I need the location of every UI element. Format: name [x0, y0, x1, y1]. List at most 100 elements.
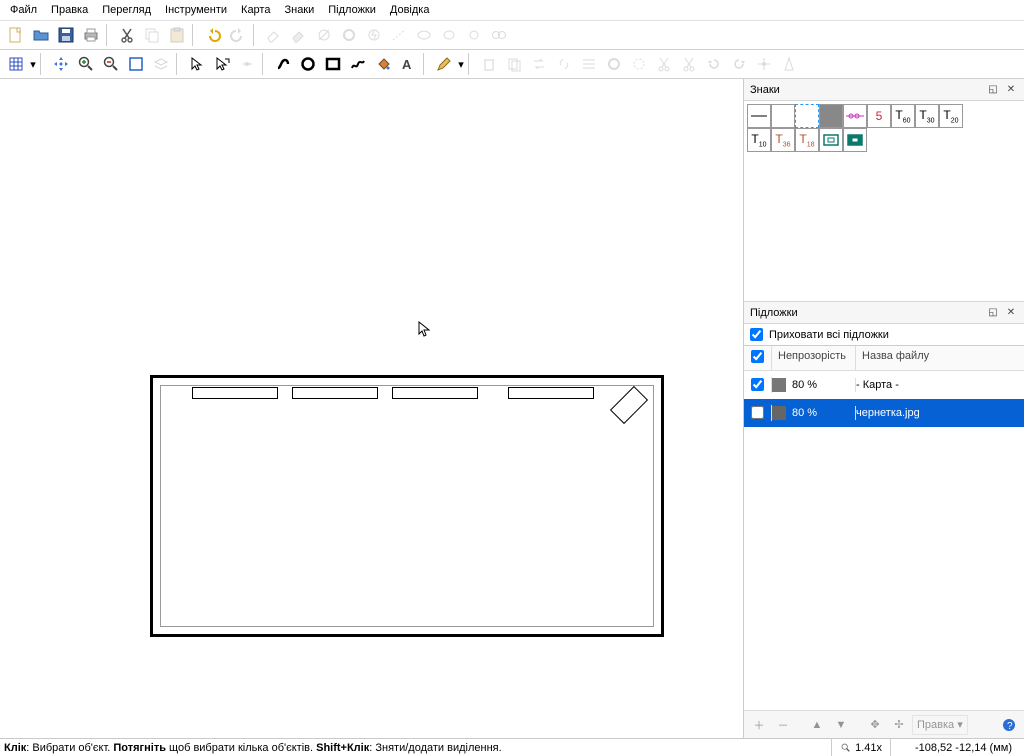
grid-icon[interactable]: [4, 52, 28, 76]
sign-rel-filled[interactable]: [843, 128, 867, 152]
sign-t30[interactable]: T30: [915, 104, 939, 128]
layer-georef-icon[interactable]: ✥: [864, 715, 886, 735]
pencil-icon[interactable]: [432, 52, 456, 76]
layer-row[interactable]: 80 %чернетка.jpg: [744, 399, 1024, 427]
layers-col-opacity[interactable]: Непрозорість: [772, 346, 856, 370]
layer-row[interactable]: 80 %- Карта -: [744, 371, 1024, 399]
fill-icon[interactable]: [371, 52, 395, 76]
print-icon[interactable]: [79, 23, 103, 47]
layers-panel-close-icon[interactable]: ✕: [1004, 306, 1018, 320]
circle-op-icon[interactable]: [602, 52, 626, 76]
inner-rect-object[interactable]: [160, 385, 654, 627]
menu-layers[interactable]: Підложки: [322, 2, 382, 18]
sign-dashed-square[interactable]: [795, 104, 819, 128]
link-icon[interactable]: [552, 52, 576, 76]
text-icon[interactable]: A: [396, 52, 420, 76]
pencil-dropdown-icon[interactable]: ▾: [457, 58, 465, 71]
ring-icon[interactable]: [337, 23, 361, 47]
sign-thin-line[interactable]: [747, 104, 771, 128]
layer-edit-dropdown[interactable]: Правка ▾: [912, 715, 968, 735]
paste-icon[interactable]: [165, 23, 189, 47]
arrow-path-icon[interactable]: [210, 52, 234, 76]
sign-rel-open[interactable]: [819, 128, 843, 152]
sign-t18[interactable]: T18: [795, 128, 819, 152]
sign-empty[interactable]: [771, 104, 795, 128]
dotted-circle-icon[interactable]: [627, 52, 651, 76]
sign-t20[interactable]: T20: [939, 104, 963, 128]
zoom-fit-icon[interactable]: [124, 52, 148, 76]
sign-grey-square[interactable]: [819, 104, 843, 128]
bolt-circle-icon[interactable]: [362, 23, 386, 47]
menu-view[interactable]: Перегляд: [96, 2, 157, 18]
menu-map[interactable]: Карта: [235, 2, 276, 18]
copy-icon[interactable]: [140, 23, 164, 47]
layer-visible-checkbox[interactable]: [751, 406, 764, 419]
rotate-cw-icon[interactable]: [727, 52, 751, 76]
ellipse-a-icon[interactable]: [412, 23, 436, 47]
layers-panel-float-icon[interactable]: ◱: [986, 306, 1000, 320]
sign-t36[interactable]: T36: [771, 128, 795, 152]
slot-object-2[interactable]: [292, 387, 378, 399]
scissors-a-icon[interactable]: [652, 52, 676, 76]
layers-col-name[interactable]: Назва файлу: [856, 346, 1024, 370]
layer-center-icon[interactable]: ✢: [888, 715, 910, 735]
circle-tool-icon[interactable]: [296, 52, 320, 76]
layers-col-checkbox[interactable]: [744, 346, 772, 370]
sign-chain[interactable]: [843, 104, 867, 128]
cut-icon[interactable]: [115, 23, 139, 47]
signs-panel-float-icon[interactable]: ◱: [986, 83, 1000, 97]
arrow-cursor-icon[interactable]: [185, 52, 209, 76]
stack-icon[interactable]: [149, 52, 173, 76]
undo-icon[interactable]: [201, 23, 225, 47]
slot-object-1[interactable]: [192, 387, 278, 399]
rotate-ccw-icon[interactable]: [702, 52, 726, 76]
sign-t60[interactable]: T60: [891, 104, 915, 128]
ellipse-b-icon[interactable]: [437, 23, 461, 47]
freehand-icon[interactable]: [346, 52, 370, 76]
zoom-in-icon[interactable]: [74, 52, 98, 76]
slot-object-4[interactable]: [508, 387, 594, 399]
eraser2-icon[interactable]: [287, 23, 311, 47]
layer-up-icon[interactable]: ▲: [806, 715, 828, 735]
sign-t10[interactable]: T10: [747, 128, 771, 152]
menu-edit[interactable]: Правка: [45, 2, 94, 18]
dash-line-icon[interactable]: [387, 23, 411, 47]
handle-icon[interactable]: [752, 52, 776, 76]
layer-remove-icon[interactable]: －: [772, 715, 794, 735]
ellipse-c-icon[interactable]: [462, 23, 486, 47]
distribute-icon[interactable]: [577, 52, 601, 76]
eraser1-icon[interactable]: [262, 23, 286, 47]
swap-icon[interactable]: [527, 52, 551, 76]
menu-file[interactable]: Файл: [4, 2, 43, 18]
layer-down-icon[interactable]: ▼: [830, 715, 852, 735]
sign-five[interactable]: 5: [867, 104, 891, 128]
node-tool-icon[interactable]: [235, 52, 259, 76]
status-zoom-icon[interactable]: 1.41x: [831, 739, 890, 756]
new-file-icon[interactable]: [4, 23, 28, 47]
scissors-b-icon[interactable]: [677, 52, 701, 76]
redo-icon[interactable]: [226, 23, 250, 47]
menu-help[interactable]: Довідка: [384, 2, 436, 18]
s-curve-icon[interactable]: [271, 52, 295, 76]
layer-help-icon[interactable]: ?: [998, 715, 1020, 735]
save-icon[interactable]: [54, 23, 78, 47]
canvas[interactable]: [0, 79, 744, 738]
two-circles-icon[interactable]: [487, 23, 511, 47]
compass-icon[interactable]: [777, 52, 801, 76]
copy-obj-icon[interactable]: [502, 52, 526, 76]
trash-icon[interactable]: [477, 52, 501, 76]
move-icon[interactable]: [49, 52, 73, 76]
open-file-icon[interactable]: [29, 23, 53, 47]
layer-add-icon[interactable]: ＋: [748, 715, 770, 735]
menu-tools[interactable]: Інструменти: [159, 2, 233, 18]
slot-object-3[interactable]: [392, 387, 478, 399]
zoom-out-icon[interactable]: [99, 52, 123, 76]
grid-dropdown-icon[interactable]: ▾: [29, 58, 37, 71]
layer-visible-checkbox[interactable]: [751, 378, 764, 391]
remove-ring-icon[interactable]: [312, 23, 336, 47]
signs-panel-close-icon[interactable]: ✕: [1004, 83, 1018, 97]
rect-tool-icon[interactable]: [321, 52, 345, 76]
signs-row-2: T10T36T18: [747, 128, 1021, 152]
hide-all-layers-checkbox[interactable]: [750, 328, 763, 341]
menu-signs[interactable]: Знаки: [278, 2, 320, 18]
